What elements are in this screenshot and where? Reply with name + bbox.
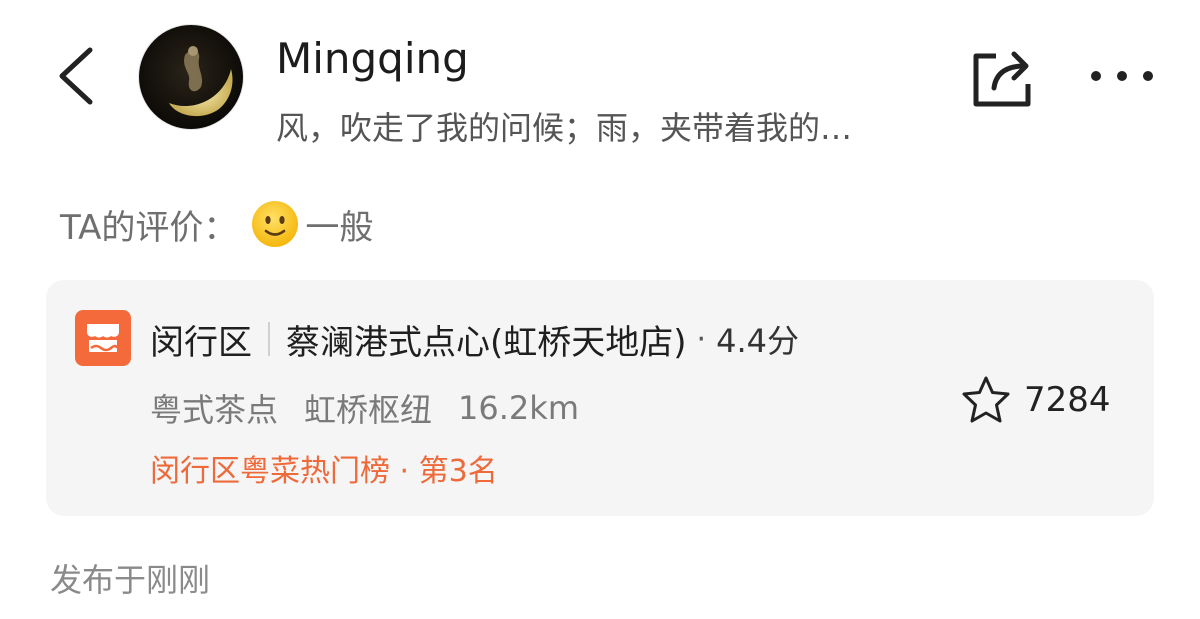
more-dots-icon — [1091, 71, 1153, 81]
username[interactable]: Mingqing — [276, 34, 469, 83]
shop-tag-distance: 16.2km — [458, 389, 579, 427]
score-dot: · — [696, 321, 707, 357]
user-bio: 风，吹走了我的问候；雨，夹带着我的… — [276, 109, 853, 147]
favorite-count: 7284 — [1024, 380, 1111, 420]
shop-tags-row: 粤式茶点 虹桥枢纽 16.2km — [150, 384, 605, 432]
share-icon — [973, 51, 1031, 107]
shop-icon — [75, 310, 131, 366]
favorite-button[interactable]: 7284 — [960, 372, 1111, 428]
shop-rank-row[interactable]: 闵行区粤菜热门榜 · 第3名 — [150, 444, 498, 492]
shop-rank-text: 闵行区粤菜热门榜 · 第3名 — [150, 454, 498, 489]
back-button[interactable] — [52, 44, 104, 108]
shop-tag-area: 虹桥枢纽 — [304, 391, 433, 429]
shop-tag-category: 粤式茶点 — [150, 391, 279, 429]
posted-time: 发布于刚刚 — [50, 561, 211, 599]
shop-title-row[interactable]: 闵行区 蔡澜港式点心(虹桥天地店) · 4.4分 — [150, 314, 799, 364]
rating-value: 一般 — [305, 207, 374, 248]
slight-smile-icon — [252, 201, 299, 247]
rating-row: TA的评价： 一般 — [60, 198, 373, 250]
shop-district: 闵行区 — [150, 322, 252, 363]
share-button[interactable] — [970, 44, 1034, 110]
shop-score: 4.4分 — [716, 322, 799, 360]
star-outline-icon — [962, 376, 1010, 423]
avatar-image — [169, 46, 233, 117]
avatar[interactable] — [138, 24, 244, 130]
more-button[interactable] — [1090, 58, 1154, 94]
rating-label: TA的评价： — [60, 207, 238, 248]
chevron-left-icon — [59, 47, 93, 105]
shop-card[interactable]: 闵行区 蔡澜港式点心(虹桥天地店) · 4.4分 粤式茶点 虹桥枢纽 16.2k… — [46, 280, 1154, 516]
title-separator — [268, 322, 270, 356]
shop-name: 蔡澜港式点心(虹桥天地店) — [286, 322, 687, 363]
